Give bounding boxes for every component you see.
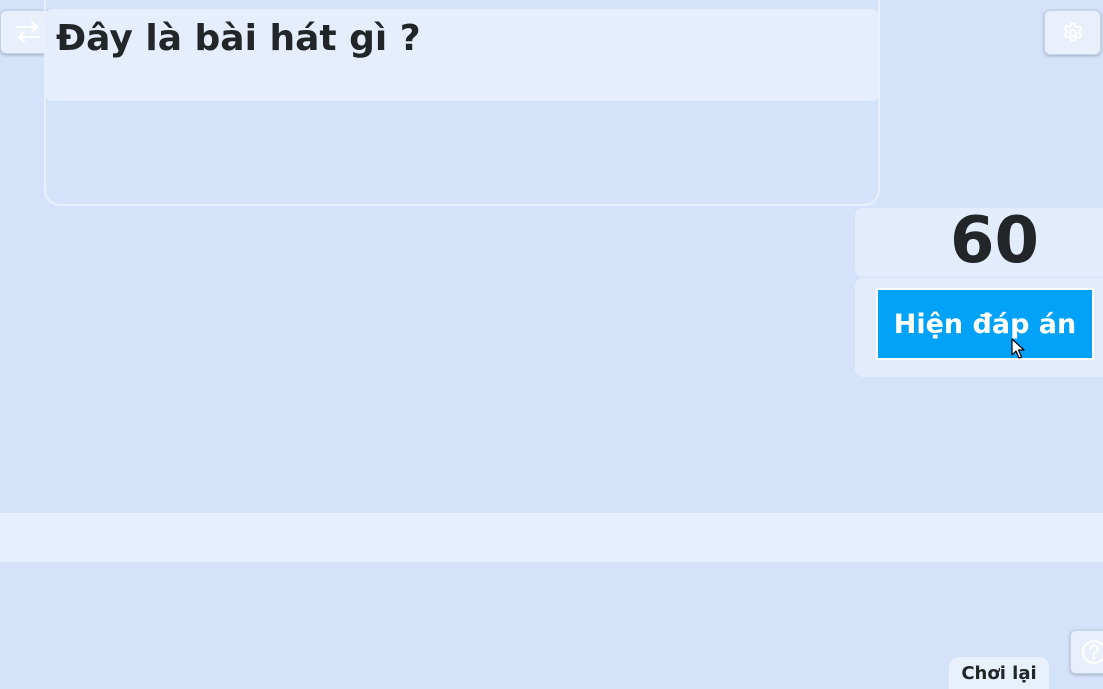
- timer-value: 60: [950, 204, 1040, 278]
- show-answer-button[interactable]: Hiện đáp án: [876, 288, 1094, 360]
- answer-panel: Hiện đáp án: [855, 278, 1103, 377]
- question-text: Đây là bài hát gì ?: [56, 18, 421, 59]
- replay-button[interactable]: Chơi lại: [949, 657, 1049, 689]
- answer-band: [0, 513, 1103, 562]
- timer-panel: 60: [855, 204, 1103, 278]
- help-button[interactable]: [1070, 630, 1103, 674]
- swap-arrows-icon: [15, 20, 41, 44]
- mouse-cursor-icon: [1011, 338, 1025, 359]
- settings-button[interactable]: [1044, 10, 1101, 55]
- question-card: Đây là bài hát gì ?: [44, 0, 880, 206]
- question-header: Đây là bài hát gì ?: [46, 9, 878, 101]
- gear-icon: [1063, 22, 1082, 41]
- question-circle-icon: [1082, 640, 1103, 664]
